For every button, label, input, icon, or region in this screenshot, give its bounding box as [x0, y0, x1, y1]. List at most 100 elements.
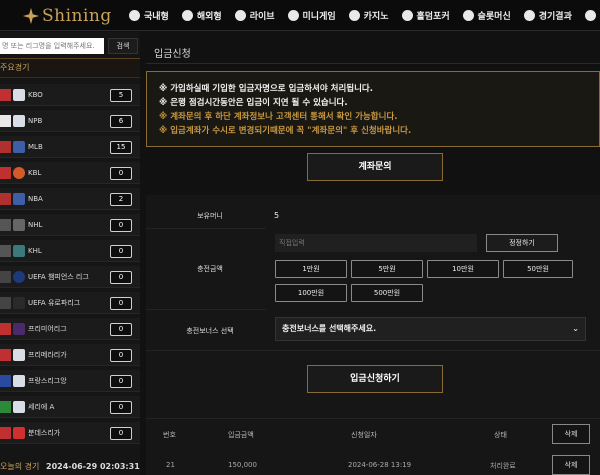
league-count: 2 — [110, 193, 132, 206]
amount-10k-button[interactable]: 1만원 — [275, 260, 347, 278]
trophy-icon — [523, 10, 535, 21]
league-row-kbl[interactable]: KBL 0 — [0, 162, 140, 184]
deposit-form: 보유머니 5 충전금액 정정하기 1만원 5만원 10만원 50만원 100만원… — [146, 195, 600, 430]
nav-label: 슬롯머신 — [477, 12, 511, 22]
deposit-notice: ※ 가입하실때 기입한 입금자명으로 입금하셔야 처리됩니다. ※ 은행 점검시… — [146, 71, 600, 147]
divider — [146, 228, 266, 229]
league-row-npb[interactable]: NPB 6 — [0, 110, 140, 132]
bonus-label: 충전보너스 선택 — [186, 327, 234, 335]
league-row-bundesliga[interactable]: 분데스리가 0 — [0, 422, 140, 444]
poker-icon — [401, 10, 413, 21]
mlb-logo-icon — [13, 141, 25, 153]
epl-logo-icon — [13, 323, 25, 335]
nav-label: 경기결과 — [538, 12, 572, 22]
account-inquiry-button[interactable]: 계좌문의 — [307, 153, 443, 181]
divider — [146, 350, 600, 351]
league-row-kbo[interactable]: KBO 5 — [0, 84, 140, 106]
casino-chip-icon — [348, 10, 360, 21]
notice-line: ※ 입금계좌가 수시로 변경되기때문에 꼭 "계좌문의" 후 신청바랍니다. — [159, 126, 412, 136]
deposit-submit-button[interactable]: 입금신청하기 — [307, 365, 443, 393]
league-name: KHL — [28, 247, 42, 255]
usa-flag-icon — [0, 219, 11, 231]
deposit-history-table: 번호 입금금액 신청일자 상태 삭제 21 150,000 2024-06-28… — [146, 418, 600, 475]
featured-section-header: 주요경기 — [0, 58, 140, 78]
league-row-nhl[interactable]: NHL 0 — [0, 214, 140, 236]
korea-flag-icon — [0, 89, 11, 101]
kbo-logo-icon — [13, 89, 25, 101]
russia-flag-icon — [0, 245, 11, 257]
league-name: NBA — [28, 195, 43, 203]
nav-item-betting[interactable]: 배팅 — [584, 9, 600, 22]
nav-label: 홀덤포커 — [416, 12, 450, 22]
search-button[interactable]: 검색 — [108, 38, 138, 54]
nav-item-slot[interactable]: 슬롯머신 — [462, 9, 511, 22]
bundesliga-logo-icon — [13, 427, 25, 439]
spain-flag-icon — [0, 349, 11, 361]
league-row-khl[interactable]: KHL 0 — [0, 240, 140, 262]
league-name: NHL — [28, 221, 43, 229]
nav-item-overseas[interactable]: 해외형 — [181, 9, 222, 22]
soccer-ball-icon — [129, 10, 140, 21]
slot-icon — [462, 10, 474, 21]
seriea-logo-icon — [13, 401, 25, 413]
nav-item-domestic[interactable]: 국내형 — [129, 9, 169, 22]
amount-1m-button[interactable]: 100만원 — [275, 284, 347, 302]
league-row-ucl[interactable]: UEFA 챔피언스 리그 0 — [0, 266, 140, 288]
amount-500k-button[interactable]: 50만원 — [503, 260, 573, 278]
top-bar: Shining 국내형 해외형 라이브 미니게임 카지노 홀덤포커 슬롯머신 경… — [0, 0, 600, 31]
germany-flag-icon — [0, 427, 11, 439]
league-row-epl[interactable]: 프리미어리그 0 — [0, 318, 140, 340]
main-nav: 국내형 해외형 라이브 미니게임 카지노 홀덤포커 슬롯머신 경기결과 배팅 — [129, 0, 600, 31]
league-count: 0 — [110, 401, 132, 414]
league-name: 분데스리가 — [28, 429, 61, 437]
league-name: 프리메라리가 — [28, 351, 67, 359]
league-name: KBL — [28, 169, 42, 177]
bonus-select[interactable]: 충전보너스를 선택해주세요. ⌄ — [275, 317, 586, 341]
money-label: 보유머니 — [197, 212, 223, 220]
chevron-down-icon: ⌄ — [572, 324, 579, 333]
notice-line: ※ 계좌문의 후 하단 계좌정보나 고객센터 통해서 확인 가능합니다. — [159, 112, 398, 122]
column-header-amount: 입금금액 — [228, 431, 254, 439]
amount-50k-button[interactable]: 5만원 — [351, 260, 423, 278]
league-count: 0 — [110, 167, 132, 180]
laliga-logo-icon — [13, 349, 25, 361]
clock-label: 오늘의 경기 — [0, 462, 40, 471]
league-name: 프랑스리그앙 — [28, 377, 67, 385]
deposit-page: 입금신청 ※ 가입하실때 기입한 입금자명으로 입금하셔야 처리됩니다. ※ 은… — [146, 32, 600, 475]
clock-bar: 오늘의 경기 2024-06-29 02:03:31 — [0, 459, 140, 475]
nav-item-live[interactable]: 라이브 — [234, 9, 275, 22]
amount-5m-button[interactable]: 500만원 — [351, 284, 423, 302]
league-count: 0 — [110, 271, 132, 284]
ucl-logo-icon — [13, 271, 25, 283]
logo[interactable]: Shining — [22, 4, 112, 28]
nav-item-minigame[interactable]: 미니게임 — [287, 9, 336, 22]
league-row-ligue1[interactable]: 프랑스리그앙 0 — [0, 370, 140, 392]
row-delete-button[interactable]: 삭제 — [552, 455, 590, 475]
league-name: UEFA 챔피언스 리그 — [28, 273, 89, 281]
league-count: 0 — [110, 323, 132, 336]
nav-item-casino[interactable]: 카지노 — [348, 9, 389, 22]
league-search-input[interactable] — [0, 38, 104, 54]
league-row-seriea[interactable]: 세리에 A 0 — [0, 396, 140, 418]
delete-all-button[interactable]: 삭제 — [552, 424, 590, 444]
nav-item-holdem[interactable]: 홀덤포커 — [401, 9, 450, 22]
amount-100k-button[interactable]: 10만원 — [427, 260, 499, 278]
amount-input[interactable] — [275, 234, 477, 252]
league-name: MLB — [28, 143, 43, 151]
brand-name: Shining — [42, 6, 112, 26]
league-row-uel[interactable]: UEFA 유로파리그 0 — [0, 292, 140, 314]
league-count: 15 — [110, 141, 132, 154]
sidebar: 검색 주요경기 KBO 5 NPB 6 MLB 15 KBL 0 — [0, 32, 140, 475]
league-row-nba[interactable]: NBA 2 — [0, 188, 140, 210]
england-flag-icon — [0, 323, 11, 335]
betting-icon — [584, 10, 596, 21]
notice-line: ※ 은행 점검시간동안은 입금이 지연 될 수 있습니다. — [159, 98, 348, 108]
reset-button[interactable]: 정정하기 — [486, 234, 558, 252]
league-count: 0 — [110, 375, 132, 388]
league-name: UEFA 유로파리그 — [28, 299, 81, 307]
nav-item-results[interactable]: 경기결과 — [523, 9, 572, 22]
nav-label: 미니게임 — [302, 12, 336, 22]
league-row-laliga[interactable]: 프리메라리가 0 — [0, 344, 140, 366]
league-row-mlb[interactable]: MLB 15 — [0, 136, 140, 158]
japan-flag-icon — [0, 115, 11, 127]
